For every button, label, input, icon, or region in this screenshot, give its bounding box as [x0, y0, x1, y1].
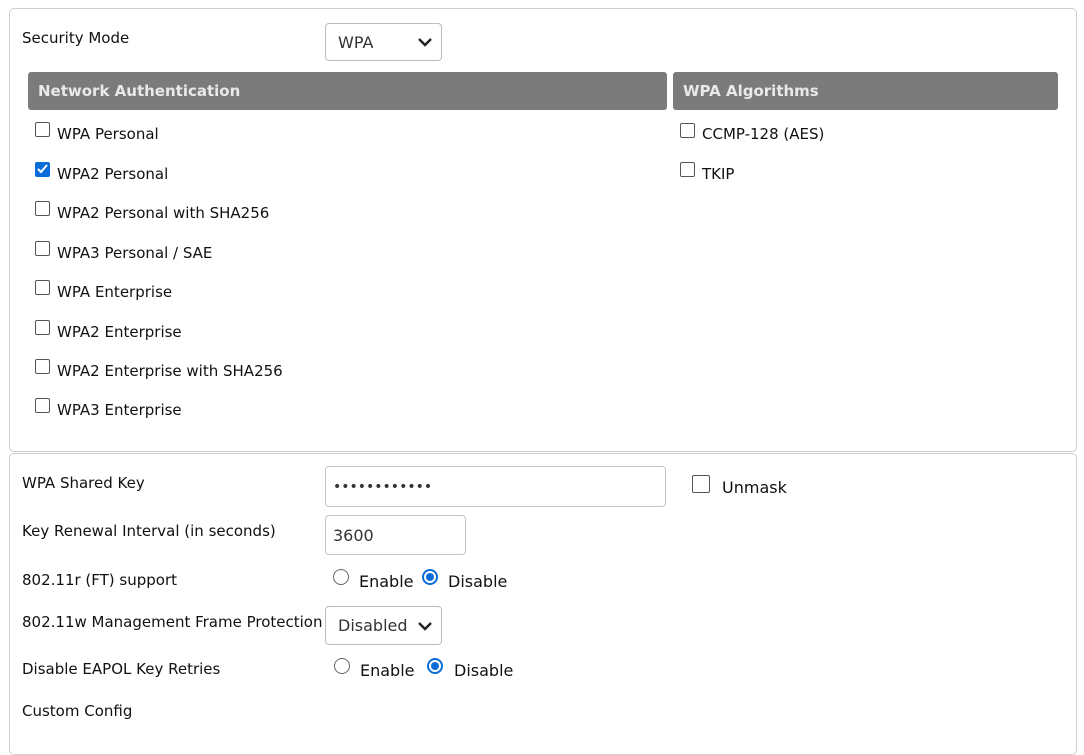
network-authentication-header: Network Authentication: [28, 72, 667, 110]
security-mode-label: Security Mode: [22, 29, 130, 47]
label-wpa2-enterprise-sha256: WPA2 Enterprise with SHA256: [57, 362, 283, 380]
security-mode-select[interactable]: WPA: [325, 23, 442, 61]
security-mode-value: WPA: [338, 32, 374, 52]
wpa-shared-key-value: ••••••••••••: [333, 478, 433, 495]
unmask-label: Unmask: [722, 478, 787, 497]
mfp-label: 802.11w Management Frame Protection: [22, 613, 323, 631]
checkbox-wpa3-personal-sae[interactable]: [35, 241, 50, 256]
checkbox-wpa-enterprise[interactable]: [35, 280, 50, 295]
label-ccmp-128: CCMP-128 (AES): [702, 125, 825, 143]
chevron-down-icon: [418, 621, 432, 631]
checkbox-wpa-personal[interactable]: [35, 122, 50, 137]
wpa-shared-key-label: WPA Shared Key: [22, 474, 145, 492]
label-wpa2-personal: WPA2 Personal: [57, 165, 169, 183]
eapol-label: Disable EAPOL Key Retries: [22, 660, 221, 678]
key-renewal-label: Key Renewal Interval (in seconds): [22, 522, 276, 540]
ft-disable-label: Disable: [448, 572, 508, 591]
eapol-disable-radio[interactable]: [427, 658, 443, 674]
label-wpa2-enterprise: WPA2 Enterprise: [57, 323, 182, 341]
eapol-enable-label: Enable: [360, 661, 415, 680]
mfp-value: Disabled: [338, 616, 408, 635]
network-authentication-header-text: Network Authentication: [38, 82, 241, 100]
ft-support-label: 802.11r (FT) support: [22, 571, 178, 589]
key-renewal-value: 3600: [333, 525, 374, 545]
mfp-select[interactable]: Disabled: [325, 606, 442, 645]
eapol-disable-label: Disable: [454, 661, 514, 680]
checkbox-ccmp-128[interactable]: [680, 123, 695, 138]
ft-enable-radio[interactable]: [333, 569, 349, 585]
label-wpa-enterprise: WPA Enterprise: [57, 283, 173, 301]
label-wpa-personal: WPA Personal: [57, 125, 159, 143]
checkbox-wpa2-personal[interactable]: [35, 162, 50, 177]
label-wpa3-personal-sae: WPA3 Personal / SAE: [57, 244, 213, 262]
unmask-checkbox[interactable]: [692, 475, 710, 493]
wpa-shared-key-input[interactable]: ••••••••••••: [325, 466, 666, 507]
custom-config-label: Custom Config: [22, 702, 133, 720]
chevron-down-icon: [418, 38, 432, 47]
key-renewal-input[interactable]: 3600: [325, 515, 466, 555]
ft-enable-label: Enable: [359, 572, 414, 591]
wpa-algorithms-header-text: WPA Algorithms: [683, 82, 819, 100]
label-wpa3-enterprise: WPA3 Enterprise: [57, 401, 182, 419]
checkbox-wpa3-enterprise[interactable]: [35, 398, 50, 413]
label-tkip: TKIP: [702, 165, 735, 183]
label-wpa2-personal-sha256: WPA2 Personal with SHA256: [57, 204, 270, 222]
checkbox-wpa2-personal-sha256[interactable]: [35, 201, 50, 216]
checkbox-tkip[interactable]: [680, 162, 695, 177]
checkbox-wpa2-enterprise-sha256[interactable]: [35, 359, 50, 374]
checkbox-wpa2-enterprise[interactable]: [35, 320, 50, 335]
ft-disable-radio[interactable]: [422, 569, 438, 585]
eapol-enable-radio[interactable]: [334, 658, 350, 674]
checkmark-icon: [37, 164, 48, 174]
wpa-algorithms-header: WPA Algorithms: [673, 72, 1058, 110]
